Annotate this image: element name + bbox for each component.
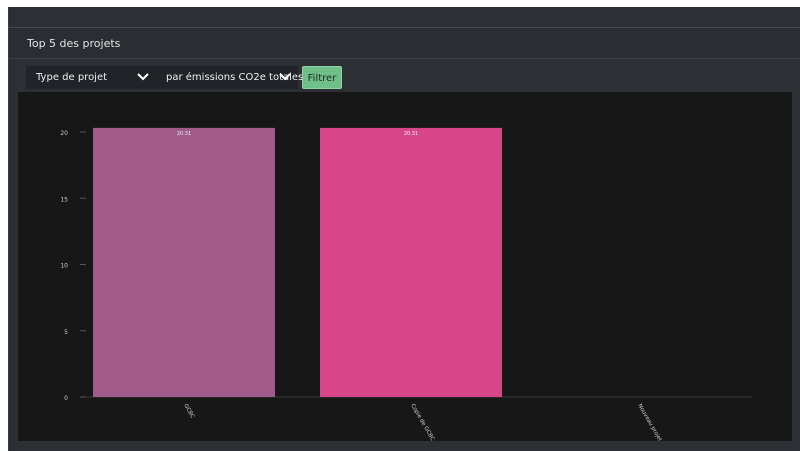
y-tick-label: 15	[60, 196, 68, 203]
bar-2[interactable]	[320, 127, 502, 397]
filter-button[interactable]: Filtrer	[302, 66, 342, 89]
x-category-label: GCBC	[182, 403, 195, 420]
panel-header: Top 5 des projets	[9, 27, 800, 59]
project-type-select-label: Type de projet	[36, 72, 108, 83]
x-category-label: Copie de GCBC	[409, 403, 435, 441]
bar-value-label: 20.31	[404, 131, 418, 137]
bar-chart: 0 5 10 15 20 20.31 GCBC 20.31 Copie de GCBC Nouve…	[60, 127, 752, 451]
bar-1[interactable]	[93, 127, 275, 397]
y-tick-label: 20	[60, 130, 68, 137]
y-tick-label: 10	[60, 263, 68, 270]
panel-title: Top 5 des projets	[27, 37, 121, 50]
bar-value-label: 20.31	[177, 131, 191, 137]
y-tick-label: 5	[64, 329, 68, 336]
chevron-down-icon	[137, 73, 149, 81]
project-type-select[interactable]: Type de projet	[26, 66, 156, 89]
metric-select[interactable]: par émissions CO2e totales	[156, 66, 303, 89]
x-category-label: Nouveau projet Bâtiment	[636, 403, 677, 442]
chart-area: 0 5 10 15 20 20.31 GCBC 20.31 Copie de GCBC Nouve…	[18, 92, 792, 451]
y-tick-label: 0	[64, 395, 68, 402]
chevron-down-icon	[279, 73, 291, 81]
